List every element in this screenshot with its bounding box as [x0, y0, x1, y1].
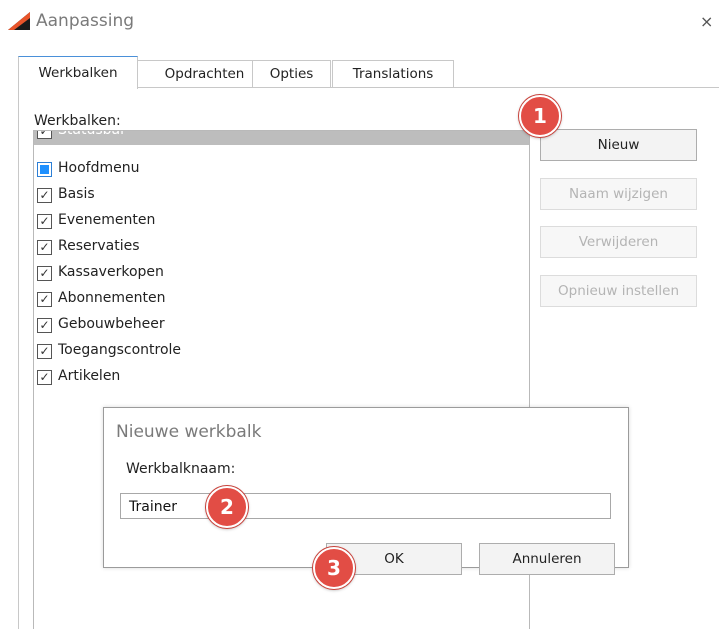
list-item-label: Hoofdmenu — [58, 160, 140, 176]
list-item[interactable]: Hoofdmenu — [34, 157, 529, 183]
reset-toolbar-button[interactable]: Opnieuw instellen — [540, 275, 697, 307]
list-item-label: Kassaverkopen — [58, 264, 164, 280]
checkbox[interactable]: ✓ — [37, 214, 52, 229]
list-item[interactable]: ✓ Kassaverkopen — [34, 261, 529, 287]
toolbar-name-label: Werkbalknaam: — [126, 461, 236, 477]
checkbox[interactable] — [37, 162, 52, 177]
tab-translations[interactable]: Translations — [332, 60, 454, 88]
list-item-label: Evenementen — [58, 212, 156, 228]
list-item[interactable]: ✓ Statusbar — [34, 130, 529, 145]
list-item[interactable]: ✓ Artikelen — [34, 365, 529, 391]
list-item[interactable]: ✓ Basis — [34, 183, 529, 209]
list-item[interactable]: ✓ Abonnementen — [34, 287, 529, 313]
new-toolbar-dialog: Nieuwe werkbalk Werkbalknaam: Trainer OK… — [103, 407, 629, 575]
checkbox[interactable]: ✓ — [37, 344, 52, 359]
close-icon[interactable]: × — [700, 12, 713, 31]
checkbox[interactable]: ✓ — [37, 266, 52, 281]
step-badge-3: 3 — [313, 547, 355, 589]
list-item[interactable]: ✓ Gebouwbeheer — [34, 313, 529, 339]
tab-opties[interactable]: Opties — [252, 60, 331, 88]
list-item-label: Statusbar — [58, 130, 126, 138]
list-item[interactable]: ✓ Reservaties — [34, 235, 529, 261]
list-item[interactable]: ✓ Toegangscontrole — [34, 339, 529, 365]
list-item-label: Gebouwbeheer — [58, 316, 165, 332]
rename-toolbar-button[interactable]: Naam wijzigen — [540, 178, 697, 210]
dialog-title: Nieuwe werkbalk — [116, 422, 262, 442]
toolbar-name-input[interactable]: Trainer — [120, 493, 611, 519]
new-toolbar-button[interactable]: Nieuw — [540, 129, 697, 161]
checkbox[interactable]: ✓ — [37, 318, 52, 333]
title-bar: Aanpassing × — [0, 0, 719, 44]
cancel-button[interactable]: Annuleren — [479, 543, 615, 575]
window-title: Aanpassing — [36, 11, 135, 31]
delete-toolbar-button[interactable]: Verwijderen — [540, 226, 697, 258]
step-badge-2: 2 — [206, 486, 248, 528]
checkbox[interactable]: ✓ — [37, 370, 52, 385]
list-item[interactable]: ✓ Evenementen — [34, 209, 529, 235]
list-item-label: Abonnementen — [58, 290, 166, 306]
checkbox[interactable]: ✓ — [37, 240, 52, 255]
app-logo-icon — [8, 12, 30, 30]
tab-werkbalken[interactable]: Werkbalken — [18, 56, 138, 89]
checkbox[interactable]: ✓ — [37, 188, 52, 203]
list-item-label: Artikelen — [58, 368, 121, 384]
checkbox[interactable]: ✓ — [37, 292, 52, 307]
list-item-label: Reservaties — [58, 238, 140, 254]
step-badge-1: 1 — [519, 95, 561, 137]
list-item-label: Basis — [58, 186, 95, 202]
toolbars-list-label: Werkbalken: — [34, 113, 121, 129]
checkbox[interactable]: ✓ — [37, 131, 52, 139]
list-item-label: Toegangscontrole — [58, 342, 182, 358]
